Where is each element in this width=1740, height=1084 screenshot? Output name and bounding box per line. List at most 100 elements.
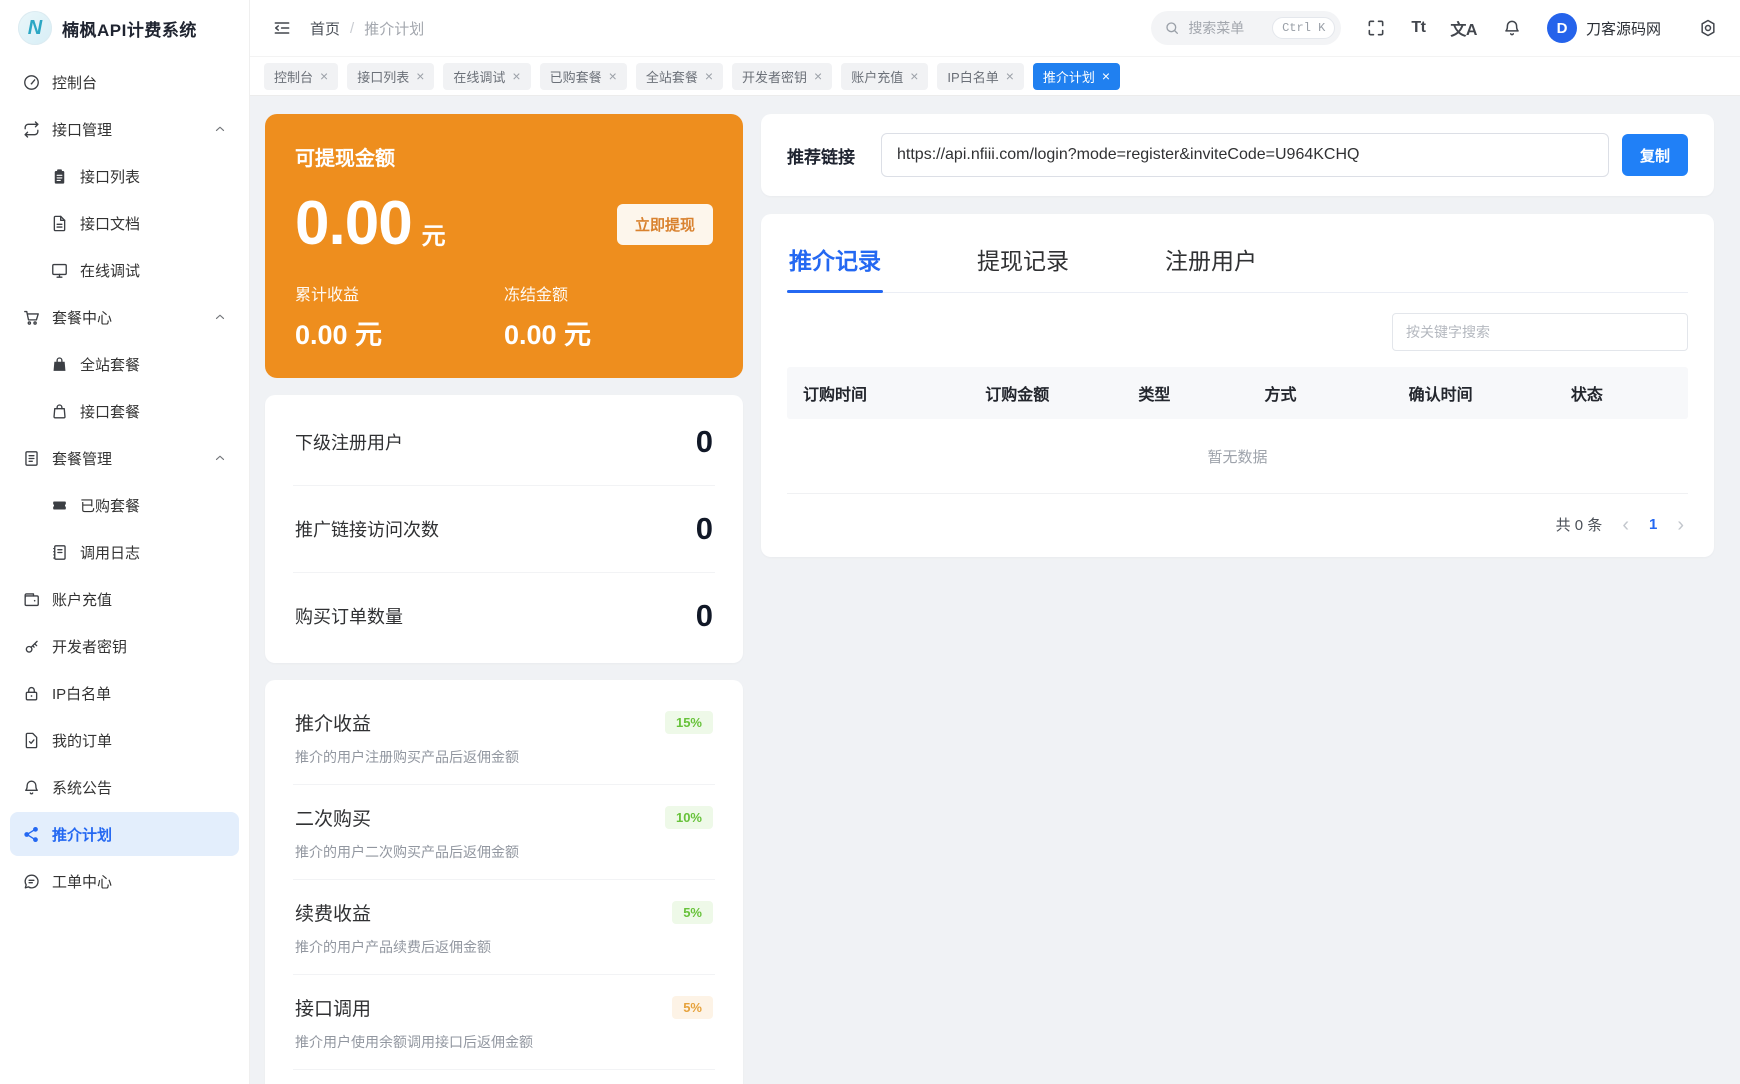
- close-icon[interactable]: ×: [1006, 69, 1014, 83]
- sidebar-item-developer-keys[interactable]: 开发者密钥: [10, 624, 239, 668]
- sidebar-item-api-docs[interactable]: 接口文档: [10, 201, 239, 245]
- search-input[interactable]: 搜索菜单 Ctrl K: [1151, 11, 1341, 45]
- tag-console[interactable]: 控制台 ×: [264, 63, 338, 90]
- tag-label: 控制台: [274, 67, 313, 86]
- page-number[interactable]: 1: [1649, 516, 1657, 533]
- tag-label: 账户充值: [851, 67, 903, 86]
- tag-label: 在线调试: [453, 67, 505, 86]
- stat-row-link-visits: 推广链接访问次数 0: [293, 486, 715, 573]
- prev-page-icon[interactable]: ‹: [1622, 515, 1629, 535]
- tag-developer-keys[interactable]: 开发者密钥 ×: [732, 63, 832, 90]
- sidebar-item-label: 在线调试: [80, 260, 140, 281]
- tag-label: 全站套餐: [646, 67, 698, 86]
- commission-row: 二次购买 推介的用户二次购买产品后返佣金额 10%: [293, 785, 715, 880]
- sidebar-item-label: 接口套餐: [80, 401, 140, 422]
- commission-desc: 推介用户使用余额调用接口后返佣金额: [295, 1032, 533, 1052]
- tag-referral-plan[interactable]: 推介计划×: [1033, 63, 1120, 90]
- sidebar-item-api-packages[interactable]: 接口套餐: [10, 389, 239, 433]
- stat-value: 0: [696, 511, 713, 547]
- tab-registered-users[interactable]: 注册用户: [1163, 238, 1259, 292]
- tag-label: 开发者密钥: [742, 67, 807, 86]
- sidebar-item-system-announcements[interactable]: 系统公告: [10, 765, 239, 809]
- close-icon[interactable]: ×: [1102, 69, 1110, 83]
- referral-link-input[interactable]: [881, 133, 1609, 177]
- fullscreen-icon[interactable]: [1366, 18, 1386, 38]
- sidebar-item-online-debug[interactable]: 在线调试: [10, 248, 239, 292]
- sidebar-group-package-management[interactable]: 套餐管理: [10, 436, 239, 480]
- translate-icon[interactable]: 文A: [1450, 16, 1477, 40]
- next-page-icon[interactable]: ›: [1677, 515, 1684, 535]
- sidebar-item-my-orders[interactable]: 我的订单: [10, 718, 239, 762]
- wallet-amount: 0.00: [295, 193, 412, 255]
- close-icon[interactable]: ×: [609, 69, 617, 83]
- close-icon[interactable]: ×: [814, 69, 822, 83]
- close-icon[interactable]: ×: [320, 69, 328, 83]
- stat-label: 推广链接访问次数: [295, 516, 439, 542]
- commission-desc: 推介的用户二次购买产品后返佣金额: [295, 842, 519, 862]
- tag-online-debug[interactable]: 在线调试 ×: [443, 63, 530, 90]
- close-icon[interactable]: ×: [705, 69, 713, 83]
- sidebar-item-ticket-center[interactable]: 工单中心: [10, 859, 239, 903]
- commission-desc: 推介的用户注册购买产品后返佣金额: [295, 747, 519, 767]
- collapse-menu-icon[interactable]: [272, 18, 292, 38]
- chevron-up-icon: [213, 310, 227, 324]
- sidebar-item-call-logs[interactable]: 调用日志: [10, 530, 239, 574]
- tag-purchased-packages[interactable]: 已购套餐×: [540, 63, 627, 90]
- keyword-search-input[interactable]: [1392, 313, 1688, 351]
- close-icon[interactable]: ×: [910, 69, 918, 83]
- close-icon[interactable]: ×: [512, 69, 520, 83]
- empty-state-row: 暂无数据: [787, 419, 1688, 494]
- brand-logo-icon: N: [18, 11, 52, 45]
- user-name: 刀客源码网: [1586, 18, 1661, 39]
- sidebar-item-site-packages[interactable]: 全站套餐: [10, 342, 239, 386]
- wallet-unit: 元: [422, 216, 446, 251]
- main-area: 首页 / 推介计划 搜索菜单 Ctrl K Tt 文A D 刀客源码网: [250, 0, 1740, 1084]
- sidebar-item-referral-plan[interactable]: 推介计划: [10, 812, 239, 856]
- close-icon[interactable]: ×: [416, 69, 424, 83]
- column-header: 订购时间: [787, 367, 985, 419]
- tag-label: 接口列表: [357, 67, 409, 86]
- sidebar-group-api-management[interactable]: 接口管理: [10, 107, 239, 151]
- top-navbar: 首页 / 推介计划 搜索菜单 Ctrl K Tt 文A D 刀客源码网: [250, 0, 1740, 56]
- sidebar-item-console[interactable]: 控制台: [10, 60, 239, 104]
- tag-api-list[interactable]: 接口列表 ×: [347, 63, 434, 90]
- user-menu[interactable]: D 刀客源码网: [1547, 13, 1661, 43]
- font-size-icon[interactable]: Tt: [1411, 19, 1425, 37]
- sidebar-item-purchased-packages[interactable]: 已购套餐: [10, 483, 239, 527]
- sidebar-item-label: 接口列表: [80, 166, 140, 187]
- empty-state-text: 暂无数据: [787, 419, 1688, 494]
- tag-ip-whitelist[interactable]: IP白名单×: [937, 63, 1023, 90]
- sidebar-item-api-list[interactable]: 接口列表: [10, 154, 239, 198]
- tab-referral-records[interactable]: 推介记录: [787, 238, 883, 292]
- sidebar-item-ip-whitelist[interactable]: IP白名单: [10, 671, 239, 715]
- rate-badge: 10%: [665, 806, 713, 829]
- api-icon: [22, 120, 41, 139]
- sidebar-item-account-recharge[interactable]: 账户充值: [10, 577, 239, 621]
- withdraw-button[interactable]: 立即提现: [617, 204, 713, 245]
- breadcrumb-home[interactable]: 首页: [310, 18, 340, 39]
- copy-button[interactable]: 复制: [1622, 134, 1688, 176]
- breadcrumb-separator: /: [350, 20, 354, 37]
- sidebar-item-label: 工单中心: [52, 871, 112, 892]
- share-icon: [22, 825, 41, 844]
- sidebar-group-package-center[interactable]: 套餐中心: [10, 295, 239, 339]
- commission-title: 续费收益: [295, 899, 491, 926]
- notification-bell-icon[interactable]: [1502, 18, 1522, 38]
- stat-value: 0.00 元: [504, 313, 713, 352]
- sidebar-item-label: 已购套餐: [80, 495, 140, 516]
- column-header: 确认时间: [1409, 367, 1571, 419]
- rate-badge: 15%: [665, 711, 713, 734]
- doc-list-icon: [22, 449, 41, 468]
- tag-site-packages[interactable]: 全站套餐 ×: [636, 63, 723, 90]
- gear-icon[interactable]: [1698, 18, 1718, 38]
- referral-link-card: 推荐链接 复制: [761, 114, 1714, 196]
- tab-withdrawal-records[interactable]: 提现记录: [975, 238, 1071, 292]
- sidebar-item-label: 账户充值: [52, 589, 112, 610]
- total-count: 共 0 条: [1556, 514, 1603, 535]
- tag-account-recharge[interactable]: 账户充值 ×: [841, 63, 928, 90]
- commission-info: 推介收益 推介的用户注册购买产品后返佣金额: [295, 709, 519, 767]
- column-header: 状态: [1571, 367, 1688, 419]
- sidebar-item-label: 控制台: [52, 72, 97, 93]
- stat-label: 购买订单数量: [295, 603, 403, 629]
- wallet-sub-stats: 累计收益 0.00 元 冻结金额 0.00 元: [295, 281, 713, 352]
